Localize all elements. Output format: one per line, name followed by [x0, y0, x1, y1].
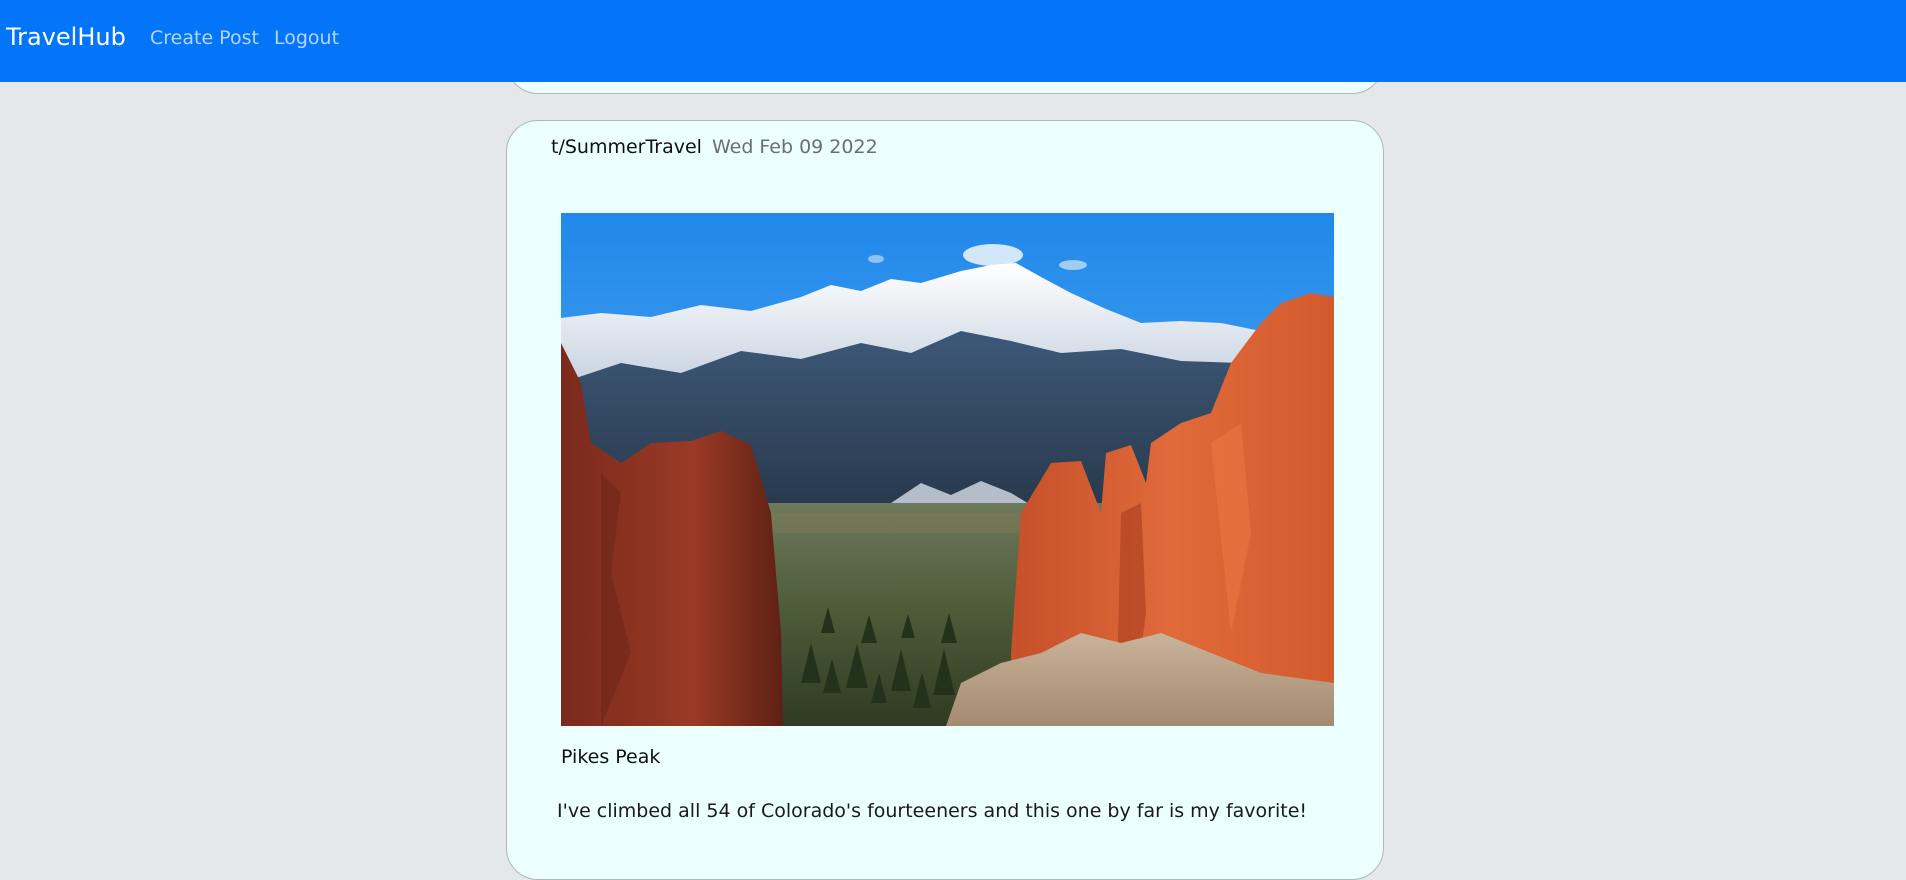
- create-post-link[interactable]: Create Post: [150, 26, 259, 50]
- post-body: I've climbed all 54 of Colorado's fourte…: [557, 800, 1308, 822]
- top-navbar: TravelHub Create Post Logout: [0, 0, 1906, 82]
- post-date: Wed Feb 09 2022: [711, 136, 878, 158]
- post-card[interactable]: t/SummerTravel Wed Feb 09 2022 Pikes Pea…: [506, 120, 1384, 880]
- community-link[interactable]: t/SummerTravel: [551, 135, 702, 159]
- logout-link[interactable]: Logout: [274, 26, 339, 50]
- brand-logo-link[interactable]: TravelHub: [6, 22, 126, 52]
- post-header: t/SummerTravel Wed Feb 09 2022: [551, 135, 878, 159]
- image-caption: Pikes Peak: [561, 746, 661, 768]
- post-image: [561, 213, 1334, 726]
